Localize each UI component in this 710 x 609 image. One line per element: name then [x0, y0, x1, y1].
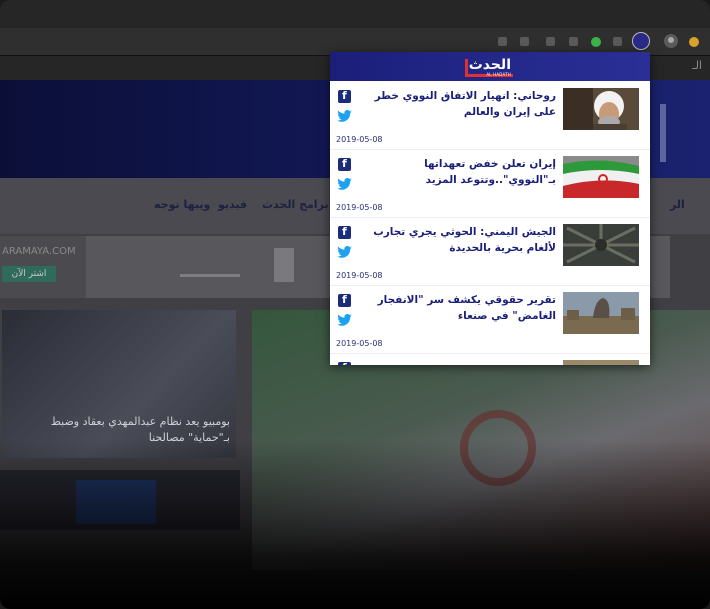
bookmark-text[interactable]: الـ	[692, 59, 702, 72]
ad-url: ARAMAYA.COM	[2, 246, 76, 257]
news-date: 2019-05-08	[336, 339, 383, 348]
facebook-share-icon[interactable]	[338, 89, 351, 103]
news-item[interactable]: إيران تعلن خفض تعهداتها بـ"النووي"..وتتو…	[330, 149, 650, 218]
news-date: 2019-05-08	[336, 203, 383, 212]
twitter-share-icon[interactable]	[337, 314, 352, 326]
browser-menu-icon[interactable]	[689, 37, 699, 47]
iran-flag-photo	[563, 156, 639, 198]
alhadath-logo[interactable]: الحدث AL HADATH	[465, 56, 515, 78]
twitter-share-icon[interactable]	[337, 178, 352, 190]
sea-mines-photo	[563, 224, 639, 266]
news-date: 2019-05-08	[336, 271, 383, 280]
site-logo[interactable]	[660, 104, 698, 162]
extension-icon[interactable]	[569, 37, 578, 46]
partial-photo	[563, 360, 639, 365]
dark-overlay	[0, 440, 710, 609]
news-thumbnail[interactable]	[563, 360, 639, 365]
news-thumbnail[interactable]	[563, 156, 639, 198]
news-item[interactable]	[330, 353, 650, 365]
logo-subtext: AL HADATH	[486, 72, 511, 77]
news-title[interactable]: روحاني: انهيار الاتفاق النووي خطر على إي…	[352, 88, 556, 120]
twitter-share-icon[interactable]	[337, 110, 352, 122]
facebook-share-icon[interactable]	[338, 157, 351, 171]
rouhani-photo	[563, 88, 639, 130]
green-extension-icon[interactable]	[591, 37, 601, 47]
ad-graphic	[180, 254, 240, 277]
story-card-left[interactable]: بومبيو يعد نظام عبدالمهدي بعقاد وضبط بـ"…	[2, 310, 236, 458]
nav-item-other[interactable]: ويبها توجه	[154, 198, 210, 211]
facebook-share-icon[interactable]	[338, 361, 351, 365]
facebook-share-icon[interactable]	[338, 293, 351, 307]
news-thumbnail[interactable]	[563, 292, 639, 334]
extension-icon[interactable]	[613, 37, 622, 46]
news-date: 2019-05-08	[336, 135, 383, 144]
news-item[interactable]: الجيش اليمني: الحوثي يجري تجارب لألغام ب…	[330, 217, 650, 286]
ad-button[interactable]: اشتر الآن	[2, 266, 56, 282]
news-title[interactable]: تقرير حقوقي يكشف سر "الانفجار الغامض" في…	[352, 292, 556, 324]
twitter-share-icon[interactable]	[337, 246, 352, 258]
nav-item-video[interactable]: فيديو	[218, 198, 247, 211]
sanaa-explosion-photo	[563, 292, 639, 334]
news-item[interactable]: تقرير حقوقي يكشف سر "الانفجار الغامض" في…	[330, 285, 650, 354]
extension-icon[interactable]	[546, 37, 555, 46]
nav-item-home[interactable]: الر	[670, 198, 685, 211]
alhadath-news-popup: الحدث AL HADATH روحاني: انهيار الاتفاق ا…	[330, 52, 650, 365]
profile-avatar-icon[interactable]	[664, 34, 678, 48]
popup-header: الحدث AL HADATH	[330, 52, 650, 81]
screen: الـ برامج الحدث فيديو ويبها توجه الر ARA…	[0, 0, 710, 609]
browser-tabstrip	[0, 0, 710, 28]
news-title[interactable]: الجيش اليمني: الحوثي يجري تجارب لألغام ب…	[352, 224, 556, 256]
alhadath-extension-icon[interactable]	[632, 32, 650, 50]
news-item[interactable]: روحاني: انهيار الاتفاق النووي خطر على إي…	[330, 81, 650, 150]
extension-icon[interactable]	[498, 37, 507, 46]
ad-graphic	[274, 248, 294, 282]
news-title[interactable]: إيران تعلن خفض تعهداتها بـ"النووي"..وتتو…	[352, 156, 556, 188]
news-thumbnail[interactable]	[563, 88, 639, 130]
nav-item-programs[interactable]: برامج الحدث	[262, 198, 329, 211]
facebook-share-icon[interactable]	[338, 225, 351, 239]
extension-icon[interactable]	[520, 37, 529, 46]
ad-box: ARAMAYA.COM اشتر الآن	[0, 236, 86, 298]
logo-text: الحدث	[468, 57, 511, 73]
news-thumbnail[interactable]	[563, 224, 639, 266]
